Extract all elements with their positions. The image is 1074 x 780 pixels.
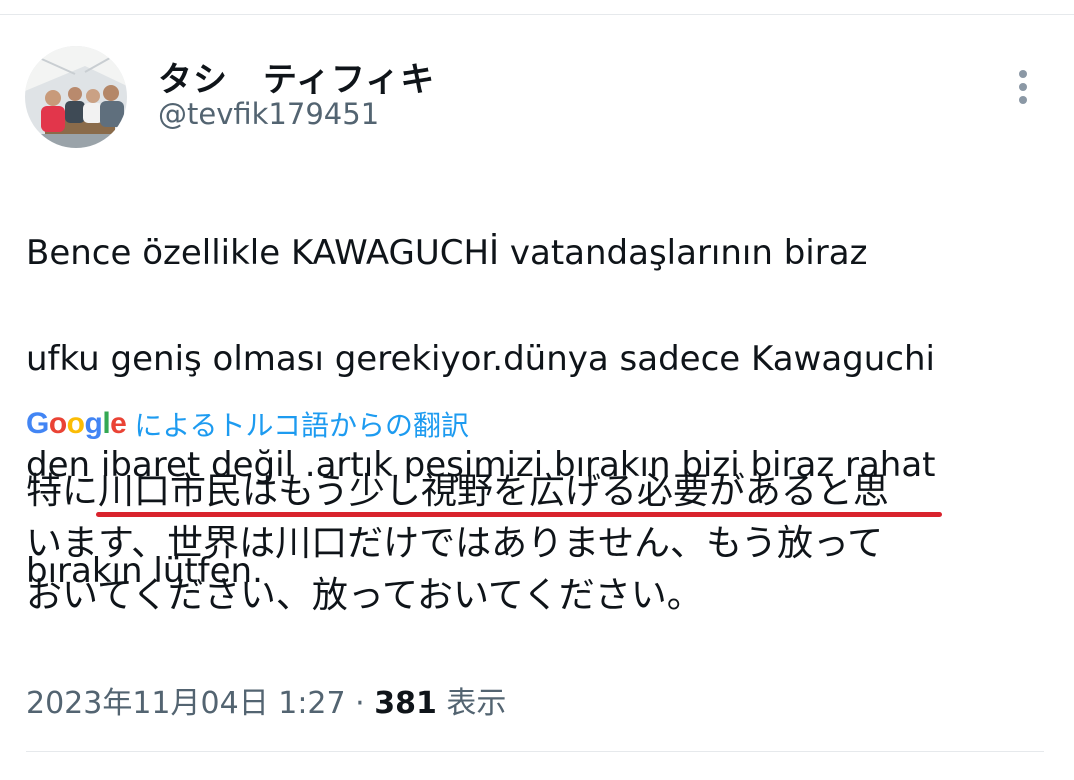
translation-attribution[interactable]: Google によるトルコ語からの翻訳	[26, 404, 469, 444]
red-underline-annotation	[96, 512, 942, 517]
bottom-divider	[26, 751, 1044, 752]
translation-label[interactable]: によるトルコ語からの翻訳	[134, 404, 469, 444]
tweet-meta: 2023年11月04日 1:27 · 381 表示	[26, 678, 506, 722]
translated-text-line: います、世界は川口だけではありません、もう放って	[26, 523, 884, 564]
views-count: 381	[374, 686, 437, 721]
translated-text: 特に川口市民はもう少し視野を広げる必要があると思 います、世界は川口だけではあり…	[26, 466, 1036, 622]
avatar[interactable]	[25, 46, 127, 148]
more-options-icon[interactable]	[1008, 64, 1038, 110]
google-logo: Google	[26, 407, 127, 440]
tweet-text-line: ufku geniş olması gerekiyor.dünya sadece…	[26, 339, 935, 379]
author-display-name[interactable]: タシ ティフィキ	[158, 52, 435, 101]
timestamp[interactable]: 2023年11月04日 1:27	[26, 686, 346, 721]
translated-text-line: 特に川口市民はもう少し視野を広げる必要があると思	[26, 471, 889, 512]
views-label: 表示	[446, 686, 507, 721]
meta-separator: ·	[355, 686, 365, 721]
tweet-text-line: Bence özellikle KAWAGUCHİ vatandaşlarını…	[26, 233, 868, 273]
top-divider	[0, 14, 1074, 15]
author-handle[interactable]: @tevfik179451	[158, 97, 379, 131]
translated-text-line: おいてください、放っておいてください。	[26, 575, 703, 616]
